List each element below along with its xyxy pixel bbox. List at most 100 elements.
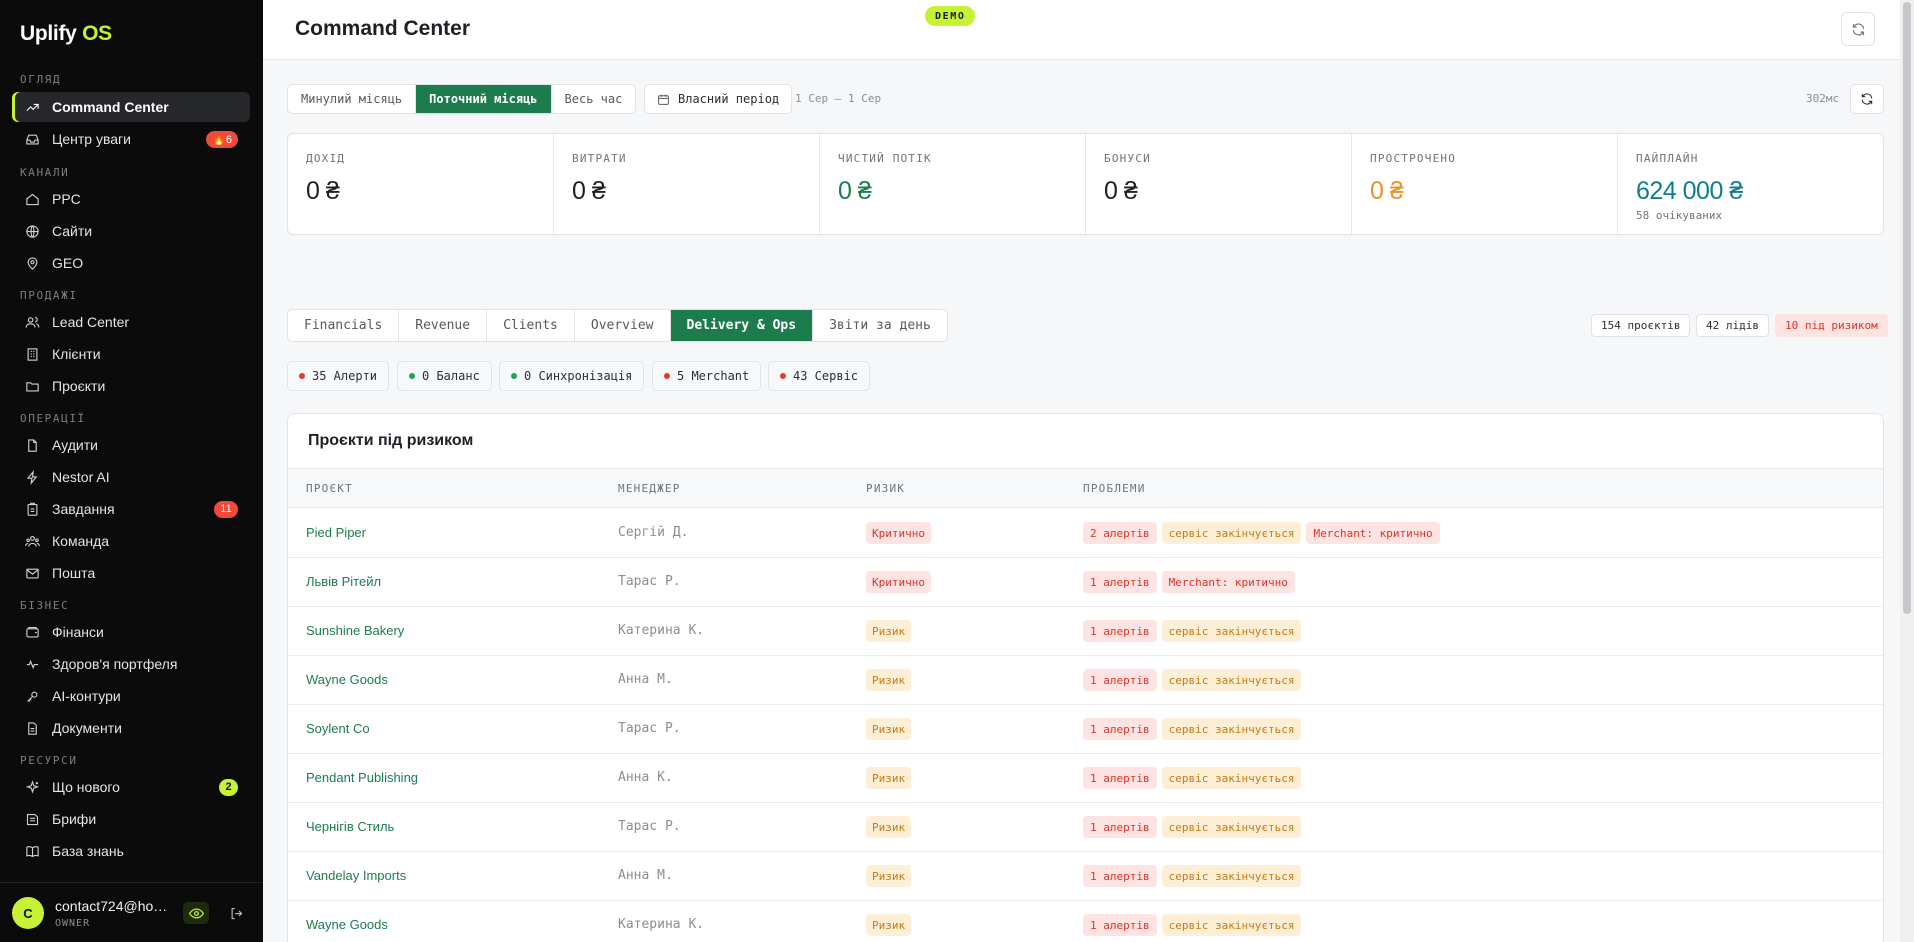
sidebar-item-briefs[interactable]: Брифи — [12, 804, 250, 834]
project-link[interactable]: Sunshine Bakery — [306, 623, 404, 638]
tab-delivery-ops[interactable]: Delivery & Ops — [670, 310, 814, 341]
sidebar-item-clients[interactable]: Клієнти — [12, 339, 250, 369]
demo-badge: DEMO — [925, 6, 976, 26]
status-dot — [299, 373, 305, 379]
status-dot — [780, 373, 786, 379]
table-row[interactable]: Pendant Publishing Анна К. Ризик 1 алертів с… — [288, 754, 1883, 803]
issue-alerts-tag: 1 алертів — [1083, 718, 1157, 740]
data-refresh-button[interactable] — [1850, 84, 1884, 114]
wallet-icon — [24, 624, 40, 640]
sync-status-chip[interactable]: 0 Синхронізація — [499, 361, 645, 391]
sidebar-item-documents[interactable]: Документи — [12, 713, 250, 743]
scrollbar-thumb[interactable] — [1903, 2, 1911, 614]
project-link[interactable]: Львів Рітейл — [306, 574, 381, 589]
sidebar-item-tasks[interactable]: Завдання 11 — [12, 494, 250, 524]
column-issues[interactable]: ПРОБЛЕМИ — [1083, 482, 1146, 495]
column-manager[interactable]: МЕНЕДЖЕР — [618, 482, 681, 495]
table-row[interactable]: Львів Рітейл Тарас Р. Критично 1 алертів Mer… — [288, 558, 1883, 607]
sidebar-item-audits[interactable]: Аудити — [12, 430, 250, 460]
sidebar-item-finance[interactable]: Фінанси — [12, 617, 250, 647]
manager-name: Анна К. — [618, 770, 673, 785]
nav-section-business: БІЗНЕС — [20, 599, 70, 612]
table-row[interactable]: Vandelay Imports Анна М. Ризик 1 алертів сер… — [288, 852, 1883, 901]
service-status-chip[interactable]: 43 Сервіс — [768, 361, 871, 391]
kpi-overdue: ПРОСТРОЧЕНО 0 ₴ — [1352, 134, 1618, 234]
clipboard-icon — [24, 501, 40, 517]
sidebar-item-team[interactable]: Команда — [12, 526, 250, 556]
project-link[interactable]: Soylent Co — [306, 721, 370, 736]
tab-clients[interactable]: Clients — [487, 310, 575, 341]
sidebar-item-command-center[interactable]: Command Center — [12, 92, 250, 122]
tab-revenue[interactable]: Revenue — [399, 310, 488, 341]
status-dot — [409, 373, 415, 379]
issues-list: 1 алертів сервіс закінчується — [1083, 767, 1302, 789]
manager-name: Анна М. — [618, 868, 673, 883]
attention-count-badge: 🔥6 — [206, 130, 238, 148]
custom-period-button[interactable]: Власний період — [644, 84, 793, 114]
sidebar-item-nestor-ai[interactable]: Nestor AI — [12, 462, 250, 492]
balance-status-chip[interactable]: 0 Баланс — [397, 361, 492, 391]
date-range-label: 1 Сер — 1 Сер — [795, 92, 882, 105]
table-row[interactable]: Pied Piper Сергій Д. Критично 2 алертів серв… — [288, 509, 1883, 558]
refresh-icon — [1861, 93, 1873, 105]
projects-count-chip: 154 проєктів — [1591, 314, 1691, 337]
issues-list: 1 алертів сервіс закінчується — [1083, 620, 1302, 642]
calendar-icon — [658, 94, 669, 105]
kpi-pipeline: ПАЙПЛАЙН 624 000 ₴ 58 очікуваних — [1618, 134, 1883, 234]
kpi-expenses-value: 0 ₴ — [572, 177, 606, 205]
issue-alerts-tag: 1 алертів — [1083, 767, 1157, 789]
issue-alerts-tag: 2 алертів — [1083, 522, 1157, 544]
tab-overview[interactable]: Overview — [575, 310, 671, 341]
globe-icon — [24, 223, 40, 239]
sidebar-item-mail[interactable]: Пошта — [12, 558, 250, 588]
period-current-month-button[interactable]: Поточний місяць — [416, 85, 552, 113]
table-row[interactable]: Soylent Co Тарас Р. Ризик 1 алертів сервіс з… — [288, 705, 1883, 754]
project-link[interactable]: Чернігів Стиль — [306, 819, 394, 834]
view-mode-button[interactable] — [183, 902, 209, 924]
manager-name: Тарас Р. — [618, 721, 681, 736]
project-link[interactable]: Wayne Goods — [306, 917, 388, 932]
app-logo[interactable]: Uplify OS — [20, 22, 112, 46]
sidebar-item-sites[interactable]: Сайти — [12, 216, 250, 246]
column-project[interactable]: ПРОЄКТ — [306, 482, 353, 495]
nav-section-channels: КАНАЛИ — [20, 166, 70, 179]
column-risk[interactable]: РИЗИК — [866, 482, 905, 495]
project-link[interactable]: Pendant Publishing — [306, 770, 418, 785]
issue-service-tag: сервіс закінчується — [1161, 816, 1302, 838]
sidebar-item-portfolio-health[interactable]: Здоров'я портфеля — [12, 649, 250, 679]
header-refresh-button[interactable] — [1841, 12, 1875, 46]
table-row[interactable]: Wayne Goods Анна М. Ризик 1 алертів сервіс з… — [288, 656, 1883, 705]
sidebar-item-whats-new[interactable]: Що нового 2 — [12, 772, 250, 802]
alerts-status-chip[interactable]: 35 Алерти — [287, 361, 390, 391]
project-link[interactable]: Pied Piper — [306, 525, 366, 540]
sidebar-item-knowledge-base[interactable]: База знань — [12, 836, 250, 866]
period-all-time-button[interactable]: Весь час — [552, 85, 636, 113]
sidebar-item-ppc[interactable]: PPC — [12, 184, 250, 214]
kpi-summary: ДОХІД 0 ₴ ВИТРАТИ 0 ₴ ЧИСТИЙ ПОТІК 0 ₴ Б… — [287, 133, 1884, 235]
table-row[interactable]: Чернігів Стиль Тарас Р. Ризик 1 алертів серв… — [288, 803, 1883, 852]
nav-section-sales: ПРОДАЖІ — [20, 289, 78, 302]
sidebar-item-ai-circuits[interactable]: AI-контури — [12, 681, 250, 711]
merchant-status-chip[interactable]: 5 Merchant — [652, 361, 762, 391]
project-link[interactable]: Vandelay Imports — [306, 868, 406, 883]
page-scrollbar[interactable] — [1900, 0, 1914, 942]
team-icon — [24, 533, 40, 549]
table-row[interactable]: Wayne Goods Катерина К. Ризик 1 алертів серв… — [288, 901, 1883, 942]
manager-name: Анна М. — [618, 672, 673, 687]
issue-service-tag: сервіс закінчується — [1161, 914, 1302, 936]
avatar[interactable]: C — [12, 897, 44, 929]
period-last-month-button[interactable]: Минулий місяць — [288, 85, 417, 113]
logout-button[interactable] — [226, 903, 246, 923]
building-icon — [24, 346, 40, 362]
sidebar-item-attention-center[interactable]: Центр уваги 🔥6 — [12, 124, 250, 154]
tab-financials[interactable]: Financials — [288, 310, 400, 341]
table-row[interactable]: Sunshine Bakery Катерина К. Ризик 1 алертів… — [288, 607, 1883, 656]
sidebar-item-projects[interactable]: Проєкти — [12, 371, 250, 401]
pulse-icon — [24, 656, 40, 672]
manager-name: Сергій Д. — [618, 525, 689, 540]
sidebar-item-geo[interactable]: GEO — [12, 248, 250, 278]
sidebar-item-lead-center[interactable]: Lead Center — [12, 307, 250, 337]
nav-section-resources: РЕСУРСИ — [20, 754, 78, 767]
tab-daily-reports[interactable]: Звіти за день — [813, 310, 947, 341]
project-link[interactable]: Wayne Goods — [306, 672, 388, 687]
